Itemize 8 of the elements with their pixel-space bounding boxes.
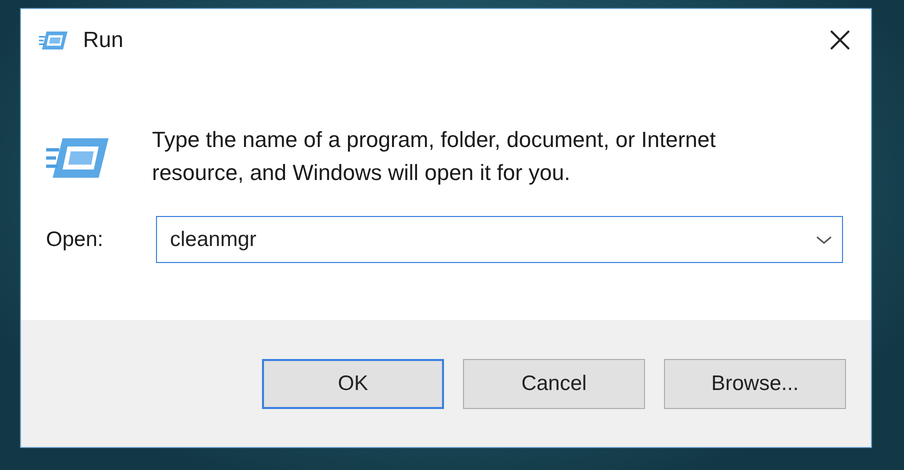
window-title: Run [83, 27, 124, 53]
ok-button[interactable]: OK [262, 359, 444, 409]
open-label: Open: [46, 228, 104, 252]
instruction-text: Type the name of a program, folder, document, or Internet resource, and Windows will open it for you. [152, 126, 717, 187]
cancel-button[interactable]: Cancel [463, 359, 645, 409]
open-combobox[interactable]: cleanmgr [156, 216, 843, 263]
browse-button[interactable]: Browse... [664, 359, 846, 409]
run-icon [39, 30, 69, 50]
